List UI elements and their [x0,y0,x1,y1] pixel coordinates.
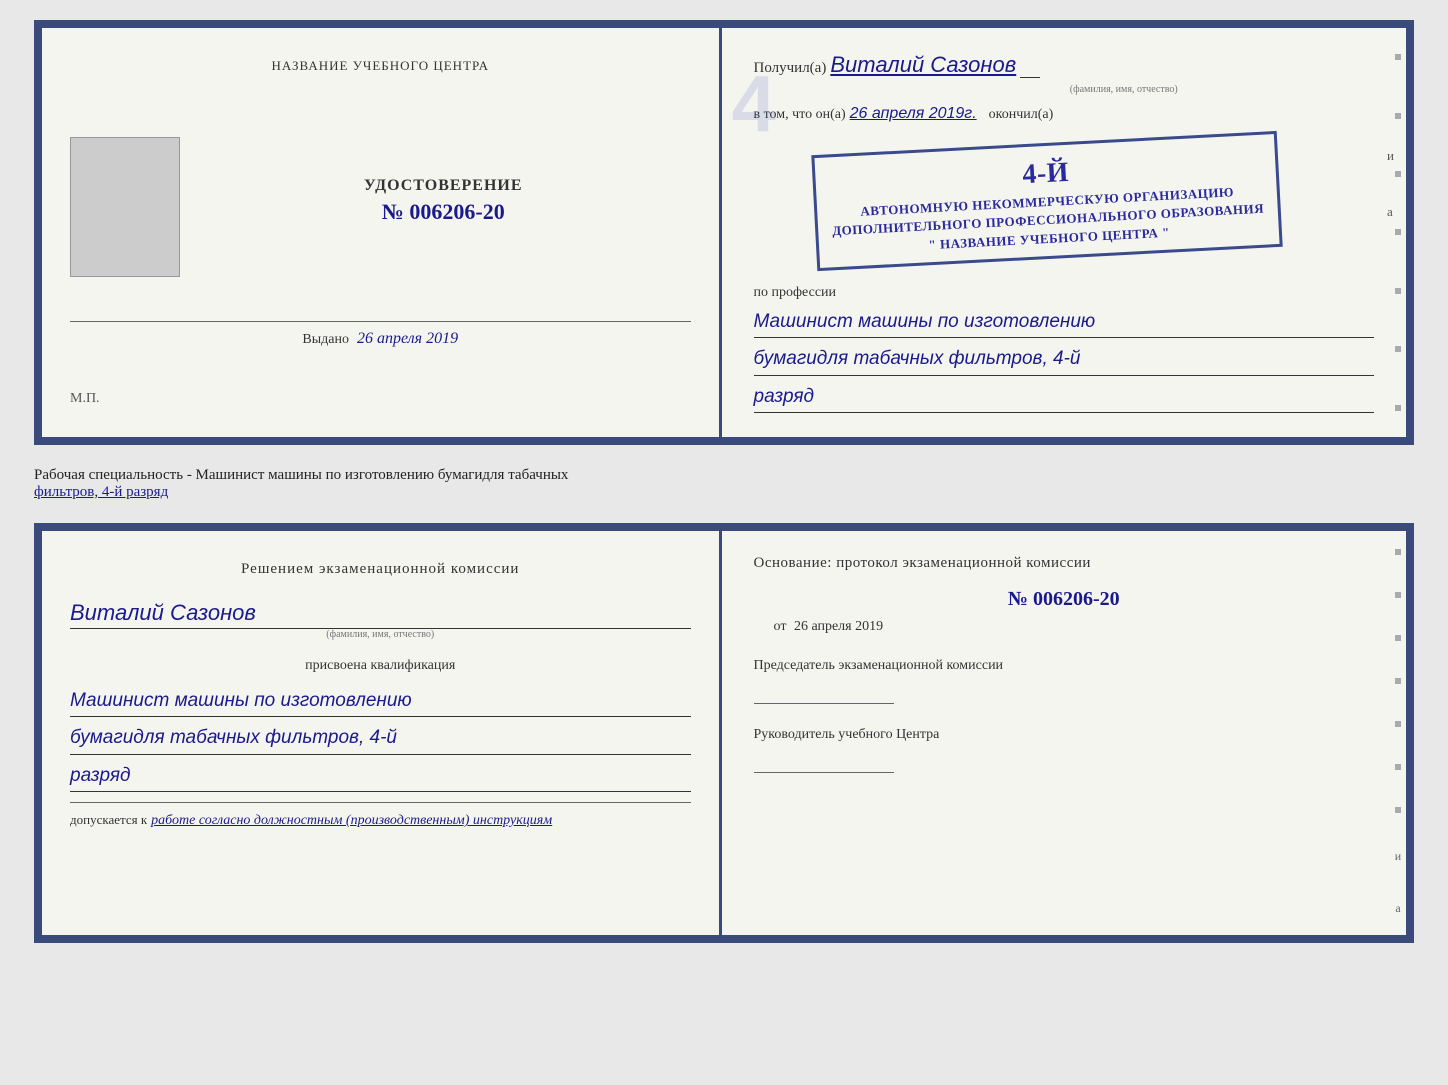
dopusk-value: работе согласно должностным (производств… [151,813,552,828]
qualification-section: Машинист машины по изготовлению бумагидл… [70,680,691,792]
ot-label: от [774,619,787,634]
rukov-sign-line [754,751,894,773]
top-left-half: НАЗВАНИЕ УЧЕБНОГО ЦЕНТРА УДОСТОВЕРЕНИЕ №… [42,28,722,437]
right-bars-bottom: и а [1390,531,1406,935]
profession-line3: разряд [754,382,1375,413]
dopusk-section: допускается к работе согласно должностны… [70,802,691,829]
cert-title-text: УДОСТОВЕРЕНИЕ [364,177,523,195]
cert-title: УДОСТОВЕРЕНИЕ № 006206-20 [364,177,523,225]
dopusk-label: допускается к [70,812,147,827]
profession-label: по профессии [754,285,1375,301]
qual-line1: Машинист машины по изготовлению [70,686,691,717]
chairman-block: Председатель экзаменационной комиссии [754,655,1375,704]
i-label-right: и [1395,849,1401,864]
vtom-date: 26 апреля 2019г. [850,105,977,123]
profession-line1: Машинист машины по изготовлению [754,307,1375,338]
bottom-name: Виталий Сазонов [70,600,691,629]
issued-date: 26 апреля 2019 [357,330,458,347]
name-block: Виталий Сазонов (фамилия, имя, отчество) [70,600,691,640]
top-document: НАЗВАНИЕ УЧЕБНОГО ЦЕНТРА УДОСТОВЕРЕНИЕ №… [34,20,1414,445]
org-name-header: НАЗВАНИЕ УЧЕБНОГО ЦЕНТРА [70,58,691,74]
ot-date-val: 26 апреля 2019 [794,619,883,634]
bottom-right-half: Основание: протокол экзаменационной коми… [722,531,1407,935]
qual-line3: разряд [70,761,691,792]
received-line: Получил(а) Виталий Сазонов [754,52,1375,78]
chairman-label: Председатель экзаменационной комиссии [754,655,1375,676]
decision-title: Решением экзаменационной комиссии [241,561,519,578]
bottom-left-half: Решением экзаменационной комиссии Витали… [42,531,722,935]
ot-date-section: от 26 апреля 2019 [774,619,1375,635]
fio-label-top: (фамилия, имя, отчество) [874,84,1375,95]
right-bars [1390,28,1406,437]
profession-line2: бумагидля табачных фильтров, 4-й [754,344,1375,375]
protocol-number: № 006206-20 [754,588,1375,611]
rukov-block: Руководитель учебного Центра [754,724,1375,773]
qual-label: присвоена квалификация [305,658,455,674]
issued-label: Выдано [302,332,349,347]
stamp-section: 4-й АВТОНОМНУЮ НЕКОММЕРЧЕСКУЮ ОРГАНИЗАЦИ… [814,131,1375,271]
a-label-right: а [1395,901,1400,916]
spec-description: Рабочая специальность - Машинист машины … [34,461,1414,507]
stamp-four-overlay: 4 [732,58,777,150]
vtom-line: в том, что он(а) 26 апреля 2019г. окончи… [754,105,1375,123]
spec-text-underline: фильтров, 4-й разряд [34,484,168,500]
bottom-document: Решением экзаменационной комиссии Витали… [34,523,1414,943]
rukov-label: Руководитель учебного Центра [754,724,1375,745]
osnov-label: Основание: протокол экзаменационной коми… [754,555,1375,572]
top-right-half: Получил(а) Виталий Сазонов (фамилия, имя… [722,28,1407,437]
chairman-sign-line [754,682,894,704]
stamp-box: 4-й АВТОНОМНУЮ НЕКОММЕРЧЕСКУЮ ОРГАНИЗАЦИ… [811,131,1283,271]
okonchil-label: окончил(а) [989,107,1054,123]
profession-section: по профессии Машинист машины по изготовл… [754,285,1375,413]
cert-number: № 006206-20 [364,199,523,225]
fio-label-bottom: (фамилия, имя, отчество) [70,629,691,640]
photo-placeholder [70,137,180,277]
spec-text: Рабочая специальность - Машинист машины … [34,467,568,483]
recipient-name: Виталий Сазонов [830,52,1016,78]
photo-and-cert: УДОСТОВЕРЕНИЕ № 006206-20 [70,127,691,287]
mp-label: М.П. [70,391,100,407]
issued-section: Выдано 26 апреля 2019 [70,321,691,348]
qual-line2: бумагидля табачных фильтров, 4-й [70,723,691,754]
